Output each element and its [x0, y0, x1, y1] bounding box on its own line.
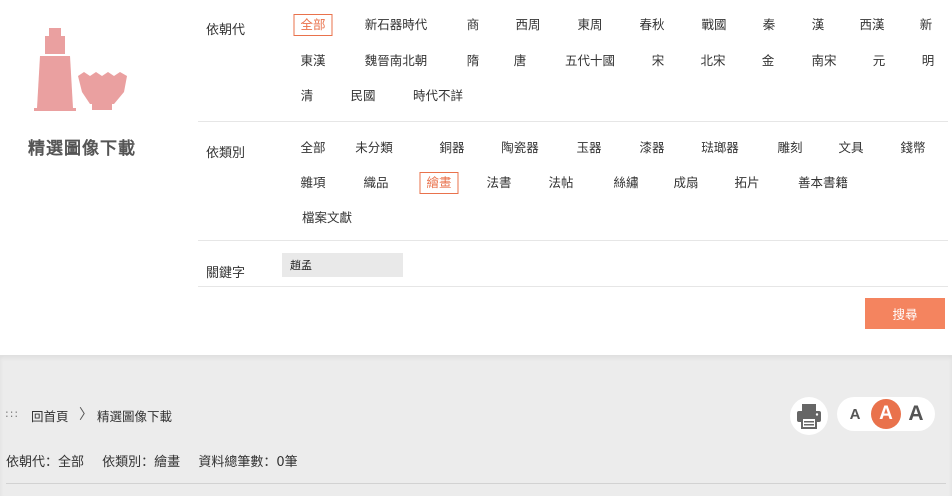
dynasty-option[interactable]: 戰國 — [694, 14, 733, 36]
dynasty-option[interactable]: 清 — [294, 85, 321, 107]
dynasty-option[interactable]: 秦 — [756, 14, 783, 36]
category-label: 依類別 — [206, 146, 246, 161]
dynasty-option[interactable]: 西周 — [508, 14, 547, 36]
divider — [6, 483, 946, 484]
font-size-large-button[interactable]: A — [903, 397, 929, 431]
dynasty-option[interactable]: 宋 — [645, 50, 672, 72]
category-option[interactable]: 陶瓷器 — [494, 137, 546, 159]
keyword-input[interactable] — [282, 253, 403, 277]
category-filter: 依類別 全部 未分類 銅器 陶瓷器 玉器 漆器 琺瑯器 雕刻 文具 錢幣雜項 織品 繪畫 法書 法帖 絲繡成… — [198, 122, 948, 241]
print-button[interactable] — [790, 397, 828, 435]
dynasty-option[interactable]: 東周 — [570, 14, 609, 36]
dynasty-option[interactable]: 商 — [460, 14, 487, 36]
dynasty-option[interactable]: 時代不詳 — [406, 85, 470, 107]
breadcrumb-home-link[interactable]: 回首頁 — [31, 406, 69, 425]
dynasty-filter: 依朝代 全部 新石器時代 商西周 東周 春秋 戰國 秦漢西漢新東漢 魏晉南北朝 隋唐 五代十國 宋北… — [198, 0, 948, 122]
dynasty-option[interactable]: 西漢 — [852, 14, 891, 36]
category-option[interactable]: 錢幣 — [893, 137, 932, 159]
dynasty-option[interactable]: 全部 — [293, 14, 333, 36]
font-size-medium-button[interactable]: A — [871, 397, 901, 431]
dynasty-option[interactable]: 新石器時代 — [358, 14, 435, 36]
section-title: 精選圖像下載 — [28, 139, 136, 159]
result-area: ::: 回首頁 〉 精選圖像下載 A A A 依朝代：全部 依類別：繪畫 資料總… — [0, 355, 952, 496]
category-option[interactable]: 檔案文獻 — [295, 207, 359, 229]
category-option[interactable]: 法書 — [479, 172, 518, 194]
category-option[interactable]: 琺瑯器 — [694, 137, 746, 159]
dynasty-option[interactable]: 魏晉南北朝 — [358, 50, 435, 72]
filter-panel: 依朝代 全部 新石器時代 商西周 東周 春秋 戰國 秦漢西漢新東漢 魏晉南北朝 隋唐 五代十國 宋北… — [198, 0, 948, 287]
result-summary: 依朝代：全部 依類別：繪畫 資料總筆數：0筆 — [6, 451, 312, 470]
breadcrumb-current: 精選圖像下載 — [97, 409, 173, 424]
breadcrumb-dots: ::: — [5, 407, 20, 420]
dynasty-option[interactable]: 唐 — [507, 50, 534, 72]
search-button[interactable]: 搜尋 — [865, 298, 945, 329]
category-option[interactable]: 文具 — [831, 137, 870, 159]
dynasty-option[interactable]: 漢 — [805, 14, 832, 36]
category-option[interactable]: 善本書籍 — [791, 172, 855, 194]
dynasty-option[interactable]: 五代十國 — [558, 50, 622, 72]
dynasty-option[interactable]: 春秋 — [632, 14, 671, 36]
dynasty-option[interactable]: 民國 — [343, 85, 382, 107]
dynasty-option[interactable]: 元 — [866, 50, 893, 72]
chevron-right-icon: 〉 — [79, 407, 93, 423]
category-option[interactable]: 未分類 — [348, 137, 400, 159]
dynasty-option[interactable]: 北宋 — [693, 50, 732, 72]
font-size-switcher: A A A — [837, 397, 935, 431]
category-option[interactable]: 雕刻 — [770, 137, 809, 159]
result-category: 依類別：繪畫 — [102, 455, 181, 470]
result-dynasty: 依朝代：全部 — [6, 455, 85, 470]
dynasty-option[interactable]: 明 — [915, 50, 942, 72]
category-option[interactable]: 雜項 — [293, 172, 332, 194]
printer-icon — [797, 404, 821, 429]
dynasty-option[interactable]: 東漢 — [293, 50, 332, 72]
dynasty-option[interactable]: 金 — [755, 50, 782, 72]
category-option[interactable]: 成扇 — [666, 172, 705, 194]
category-option[interactable]: 拓片 — [727, 172, 766, 194]
font-size-medium-label: A — [871, 399, 901, 429]
dynasty-option[interactable]: 新 — [913, 14, 940, 36]
category-option[interactable]: 全部 — [293, 137, 332, 159]
category-option[interactable]: 漆器 — [632, 137, 671, 159]
keyword-label: 關鍵字 — [206, 266, 246, 281]
dynasty-label: 依朝代 — [206, 23, 246, 38]
category-option[interactable]: 繪畫 — [419, 172, 459, 194]
dynasty-option[interactable]: 南宋 — [804, 50, 843, 72]
dynasty-option[interactable]: 隋 — [460, 50, 487, 72]
category-option[interactable]: 玉器 — [569, 137, 608, 159]
result-count: 資料總筆數：0筆 — [198, 455, 298, 470]
category-option[interactable]: 銅器 — [432, 137, 471, 159]
category-option[interactable]: 織品 — [356, 172, 395, 194]
category-option[interactable]: 法帖 — [541, 172, 580, 194]
font-size-small-button[interactable]: A — [845, 397, 865, 431]
category-option[interactable]: 絲繡 — [606, 172, 645, 194]
